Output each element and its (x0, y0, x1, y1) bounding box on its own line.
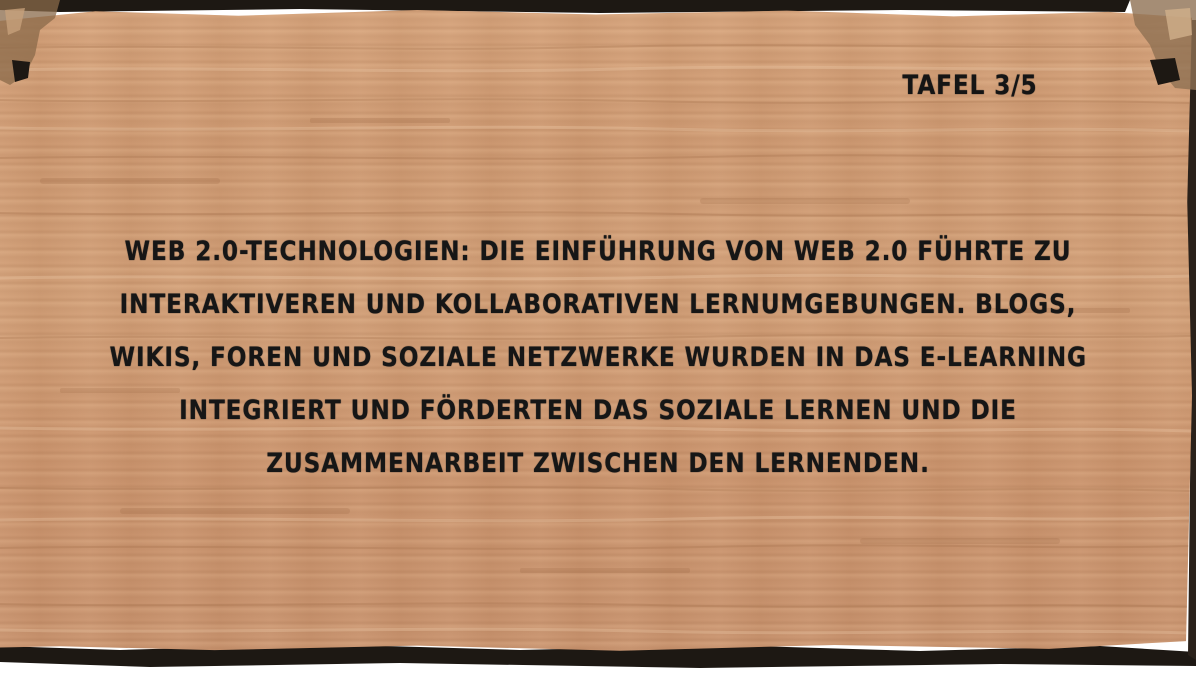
body-line: INTERAKTIVEREN UND KOLLABORATIVEN LERNUM… (119, 289, 1077, 320)
body-line: WEB 2.0-TECHNOLOGIEN: DIE EINFÜHRUNG VON… (124, 236, 1072, 267)
page-indicator: TAFEL 3/5 (902, 70, 1038, 101)
wooden-sign-slide: TAFEL 3/5 WEB 2.0-TECHNOLOGIEN: DIE EINF… (0, 0, 1196, 674)
board-body-text: WEB 2.0-TECHNOLOGIEN: DIE EINFÜHRUNG VON… (30, 225, 1166, 490)
body-line: ZUSAMMENARBEIT ZWISCHEN DEN LERNENDEN. (266, 448, 930, 479)
body-line: WIKIS, FOREN UND SOZIALE NETZWERKE WURDE… (109, 342, 1087, 373)
corner-decoration-top-right (1130, 0, 1196, 90)
body-line: INTEGRIERT UND FÖRDERTEN DAS SOZIALE LER… (179, 395, 1017, 426)
corner-decoration-top-left (0, 0, 60, 85)
